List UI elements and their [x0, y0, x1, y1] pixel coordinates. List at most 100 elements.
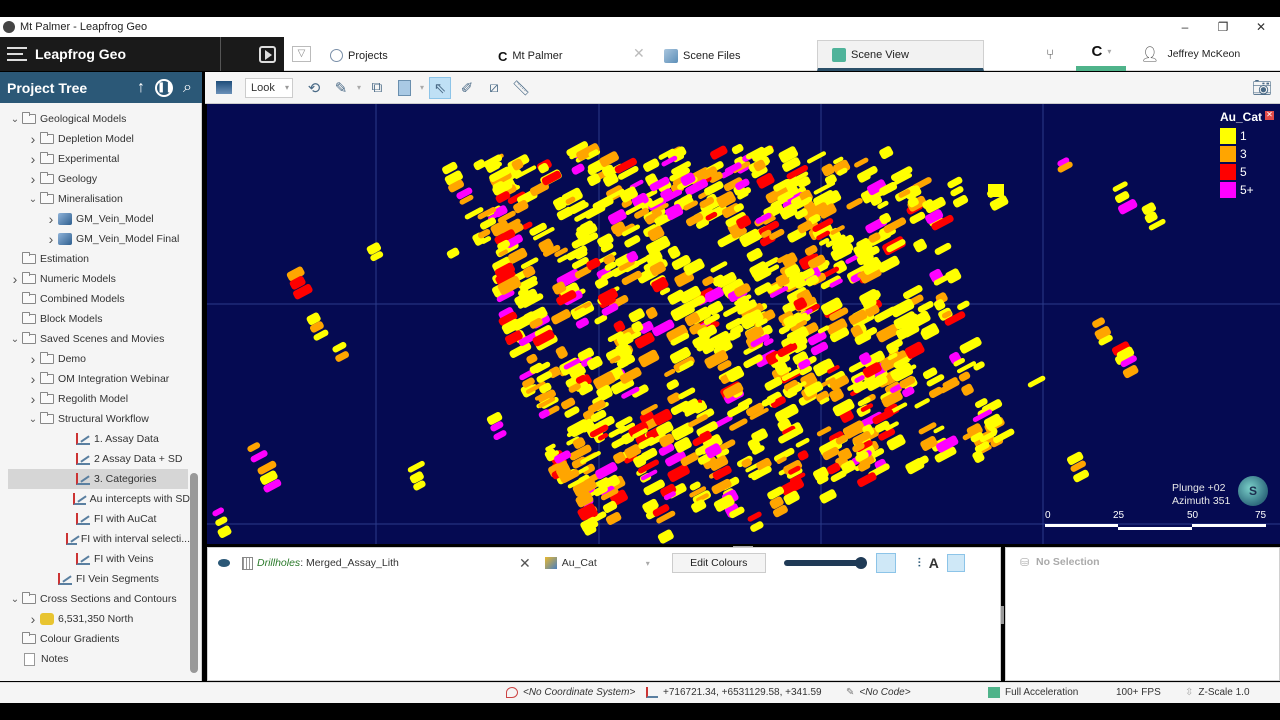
chevron-right-icon[interactable]: ›	[26, 151, 40, 167]
chevron-right-icon[interactable]: ›	[26, 171, 40, 187]
draw-slice-icon[interactable]: ✎	[330, 77, 352, 99]
interpolate-icon[interactable]: ⧄	[483, 77, 505, 99]
tree-item[interactable]: › Experimental	[0, 149, 190, 169]
tabs-dropdown-button[interactable]: ▽	[292, 46, 311, 62]
branch-icon[interactable]: ⑂	[1046, 46, 1054, 62]
folder-icon	[40, 172, 54, 184]
drillhole-segment	[731, 143, 744, 155]
tree-item-label: Geology	[58, 173, 98, 185]
tree-item[interactable]: FI with Veins	[0, 549, 190, 569]
chevron-down-icon[interactable]: ⌄	[8, 334, 22, 345]
tree-item[interactable]: 3. Categories	[8, 469, 188, 489]
tree-item[interactable]: Notes	[0, 649, 190, 669]
tree-item[interactable]: ⌄ Saved Scenes and Movies	[0, 329, 190, 349]
slice-mode-icon[interactable]	[393, 77, 415, 99]
label-text-icon[interactable]: A	[929, 555, 939, 571]
chevron-right-icon[interactable]: ›	[44, 231, 58, 247]
tree-item[interactable]: › GM_Vein_Model	[0, 209, 190, 229]
properties-panel-icon[interactable]	[946, 554, 965, 572]
chevron-right-icon[interactable]: ›	[8, 271, 22, 287]
chevron-right-icon[interactable]: ›	[26, 131, 40, 147]
display-options-icon[interactable]: ⫶	[918, 556, 921, 571]
tab-projects[interactable]: Projects	[330, 40, 388, 71]
move-plane-icon[interactable]: ⧉	[366, 77, 388, 99]
tree-item[interactable]: ⌄ Geological Models	[0, 109, 190, 129]
chevron-down-icon[interactable]: ⌄	[26, 414, 40, 425]
scene-properties-icon[interactable]	[213, 77, 235, 99]
project-switcher[interactable]: C ▾	[1076, 37, 1127, 71]
tree-item[interactable]: › Demo	[0, 349, 190, 369]
tree-item[interactable]: 1. Assay Data	[0, 429, 190, 449]
close-tab-icon[interactable]: ✕	[633, 45, 645, 62]
close-legend-icon[interactable]: ✕	[1265, 111, 1274, 120]
tree-item[interactable]: ⌄ Structural Workflow	[0, 409, 190, 429]
slice-toggle-icon[interactable]	[875, 553, 896, 573]
search-icon[interactable]: ⌕	[183, 79, 192, 97]
shape-list-row[interactable]: Drillholes: Merged_Assay_Lith ✕ Au_Cat ▾…	[208, 551, 1002, 575]
orientation-globe-icon[interactable]: S	[1238, 476, 1268, 506]
tree-item[interactable]: › Numeric Models	[0, 269, 190, 289]
tab-mt-palmer[interactable]: C Mt Palmer	[498, 40, 563, 71]
play-button[interactable]	[220, 37, 284, 71]
maximize-button[interactable]: ❐	[1204, 17, 1242, 37]
pause-icon[interactable]: ❚❚	[155, 78, 174, 97]
edit-colours-button[interactable]: Edit Colours	[671, 553, 766, 573]
tree-item[interactable]: › Depletion Model	[0, 129, 190, 149]
coordinate-system-status[interactable]: <No Coordinate System>	[506, 687, 635, 698]
zscale-status[interactable]: ⇳ Z-Scale 1.0	[1185, 687, 1250, 698]
close-window-button[interactable]: ✕	[1242, 17, 1280, 37]
tree-item[interactable]: FI Vein Segments	[0, 569, 190, 589]
tree-item[interactable]: Estimation	[0, 249, 190, 269]
tree-item[interactable]: Colour Gradients	[0, 629, 190, 649]
ruler-icon[interactable]: 📏︎	[510, 77, 532, 99]
chevron-right-icon[interactable]: ›	[26, 371, 40, 387]
tree-item[interactable]: › 6,531,350 North	[0, 609, 190, 629]
tree-item[interactable]: › Regolith Model	[0, 389, 190, 409]
chevron-right-icon[interactable]: ›	[26, 391, 40, 407]
tree-scrollbar[interactable]	[190, 473, 198, 673]
user-name[interactable]: Jeffrey McKeon	[1167, 48, 1240, 60]
tree-item[interactable]: › OM Integration Webinar	[0, 369, 190, 389]
chevron-down-icon[interactable]: ⌄	[8, 114, 22, 125]
hamburger-menu-icon[interactable]	[7, 47, 27, 61]
rotate-icon[interactable]: ⟲	[303, 77, 325, 99]
remove-object-icon[interactable]: ✕	[519, 555, 531, 572]
tree-item[interactable]: ⌄ Mineralisation	[0, 189, 190, 209]
tree-item[interactable]: › GM_Vein_Model Final	[0, 229, 190, 249]
vertical-splitter-handle[interactable]	[1001, 606, 1004, 624]
look-dropdown[interactable]: Look ▾	[245, 77, 293, 98]
tree-item[interactable]: › Geology	[0, 169, 190, 189]
tree-item[interactable]: 2 Assay Data + SD	[0, 449, 190, 469]
colour-by-value[interactable]: Au_Cat	[562, 557, 646, 569]
tree-item[interactable]: FI with interval selecti...	[0, 529, 190, 549]
tree-item[interactable]: Combined Models	[0, 289, 190, 309]
user-icon[interactable]: 👤︎	[1140, 45, 1159, 63]
chevron-down-icon[interactable]: ▾	[420, 83, 424, 92]
tree-item[interactable]: ⌄ Cross Sections and Contours	[0, 589, 190, 609]
chevron-right-icon[interactable]: ›	[26, 351, 40, 367]
tab-scene-view[interactable]: Scene View	[817, 40, 984, 71]
draw-line-icon[interactable]: ✐	[456, 77, 478, 99]
chevron-down-icon[interactable]: ⌄	[8, 594, 22, 605]
chevron-right-icon[interactable]: ›	[26, 611, 40, 627]
scene-view-3d[interactable]: Au_Cat ✕ 1 3 5 5+ Plunge +02 Azimuth 351…	[207, 104, 1280, 544]
tree-item[interactable]: FI with AuCat	[0, 509, 190, 529]
tree-item[interactable]: Block Models	[0, 309, 190, 329]
chevron-right-icon[interactable]: ›	[44, 211, 58, 227]
visibility-eye-icon[interactable]	[218, 559, 230, 567]
select-cursor-icon[interactable]: ⇖	[429, 76, 452, 99]
tree-item-label: Combined Models	[40, 293, 125, 305]
arrow-up-icon[interactable]: ↑	[137, 79, 145, 97]
code-status[interactable]: ✎ <No Code>	[846, 687, 911, 698]
tab-scene-files[interactable]: Scene Files	[664, 40, 740, 71]
chevron-down-icon[interactable]: ⌄	[26, 194, 40, 205]
slider-knob[interactable]	[854, 557, 867, 569]
chevron-down-icon[interactable]: ▾	[357, 83, 361, 92]
chevron-down-icon[interactable]: ▾	[646, 559, 672, 568]
minimize-button[interactable]: –	[1166, 17, 1204, 37]
scene-canvas[interactable]	[207, 104, 1280, 544]
camera-icon[interactable]: 📷︎	[1252, 78, 1272, 98]
opacity-slider[interactable]	[783, 557, 867, 569]
folder-icon	[22, 312, 36, 324]
tree-item[interactable]: Au intercepts with SD	[0, 489, 190, 509]
